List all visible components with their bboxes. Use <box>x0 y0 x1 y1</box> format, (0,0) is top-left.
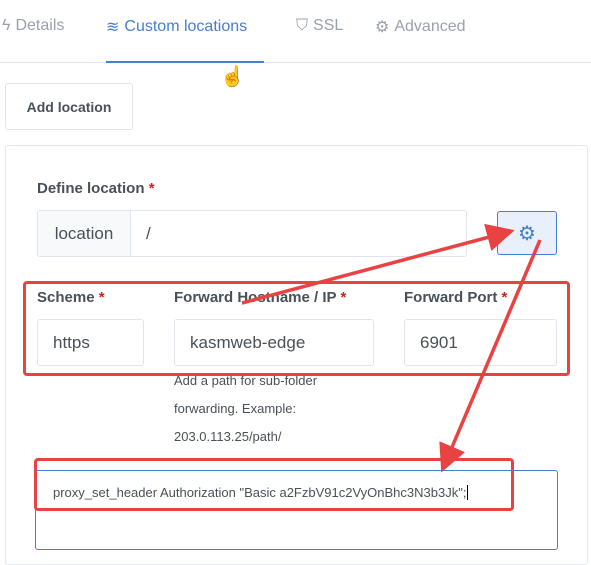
annotation-arrows <box>241 223 542 473</box>
arrow-to-config <box>439 239 542 473</box>
arrow-to-gear <box>241 223 515 305</box>
